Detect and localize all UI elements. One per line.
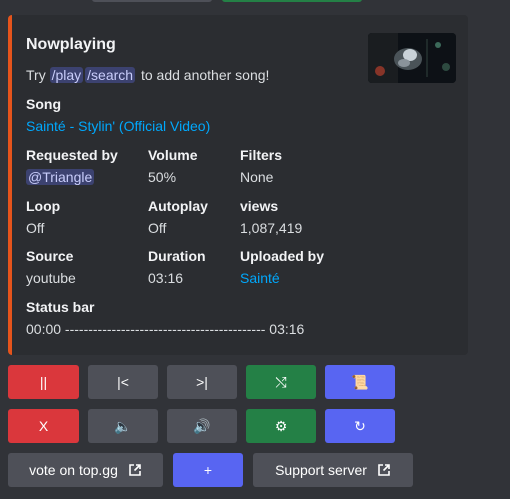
refresh-icon: ↻ (354, 417, 366, 434)
requested-by-value: @Triangle (26, 169, 95, 185)
queue-button[interactable]: 📜 (325, 365, 395, 399)
volume-value: 50% (148, 169, 177, 185)
volume-up-button[interactable]: 🔊 (167, 409, 237, 443)
nowplaying-embed: Nowplaying Try /play/search to add anoth… (8, 15, 468, 355)
song-field-name: Song (26, 96, 61, 112)
duration-field-name: Duration (148, 248, 206, 264)
views-value: 1,087,419 (240, 220, 303, 236)
uploader-link[interactable]: Sainté (240, 270, 280, 286)
requested-by-field-name: Requested by (26, 147, 118, 163)
embed-title: Nowplaying (26, 36, 116, 53)
user-mention[interactable]: @Triangle (26, 169, 95, 185)
settings-button[interactable]: ⚙ (246, 409, 316, 443)
next-track-button[interactable]: >| (167, 365, 237, 399)
source-field-name: Source (26, 248, 74, 264)
vote-label: vote on top.gg (29, 462, 118, 478)
status-bar-field-name: Status bar (26, 299, 95, 315)
status-bar-value: 00:00 ----------------------------------… (26, 321, 305, 337)
desc-prefix: Try (26, 67, 46, 83)
views-field-name: views (240, 198, 279, 214)
shuffle-button[interactable]: ⤭ (246, 365, 316, 399)
filters-value: None (240, 169, 274, 185)
loop-value: Off (26, 220, 45, 236)
scroll-icon: 📜 (351, 373, 369, 390)
loop-field-name: Loop (26, 198, 61, 214)
previous-message-button-stub (92, 0, 212, 2)
filters-field-name: Filters (240, 147, 283, 163)
add-button[interactable]: + (173, 453, 243, 487)
previous-message-button-stub-green (222, 0, 362, 2)
uploaded-by-field-name: Uploaded by (240, 248, 325, 264)
source-value: youtube (26, 270, 76, 286)
speaker-high-icon: 🔊 (193, 417, 211, 434)
search-command[interactable]: /search (85, 67, 136, 83)
duration-value: 03:16 (148, 270, 184, 286)
volume-field-name: Volume (148, 147, 198, 163)
desc-suffix: to add another song! (140, 67, 270, 83)
embed-description: Try /play/search to add another song! (26, 67, 269, 83)
stop-button[interactable]: X (8, 409, 79, 443)
shuffle-icon: ⤭ (275, 373, 287, 390)
external-link-icon (377, 463, 391, 477)
previous-track-button[interactable]: |< (88, 365, 158, 399)
video-thumbnail[interactable] (368, 33, 456, 83)
support-server-button[interactable]: Support server (253, 453, 413, 487)
play-command[interactable]: /play (49, 67, 84, 83)
loop-button[interactable]: ↻ (325, 409, 395, 443)
gear-icon: ⚙ (274, 417, 288, 434)
support-label: Support server (275, 462, 367, 478)
speaker-low-icon: 🔈 (114, 417, 132, 434)
external-link-icon (128, 463, 142, 477)
vote-top-gg-button[interactable]: vote on top.gg (8, 453, 163, 487)
pause-button[interactable]: || (8, 365, 79, 399)
autoplay-value: Off (148, 220, 167, 236)
song-link[interactable]: Sainté - Stylin' (Official Video) (26, 118, 210, 134)
autoplay-field-name: Autoplay (148, 198, 208, 214)
volume-down-button[interactable]: 🔈 (88, 409, 158, 443)
